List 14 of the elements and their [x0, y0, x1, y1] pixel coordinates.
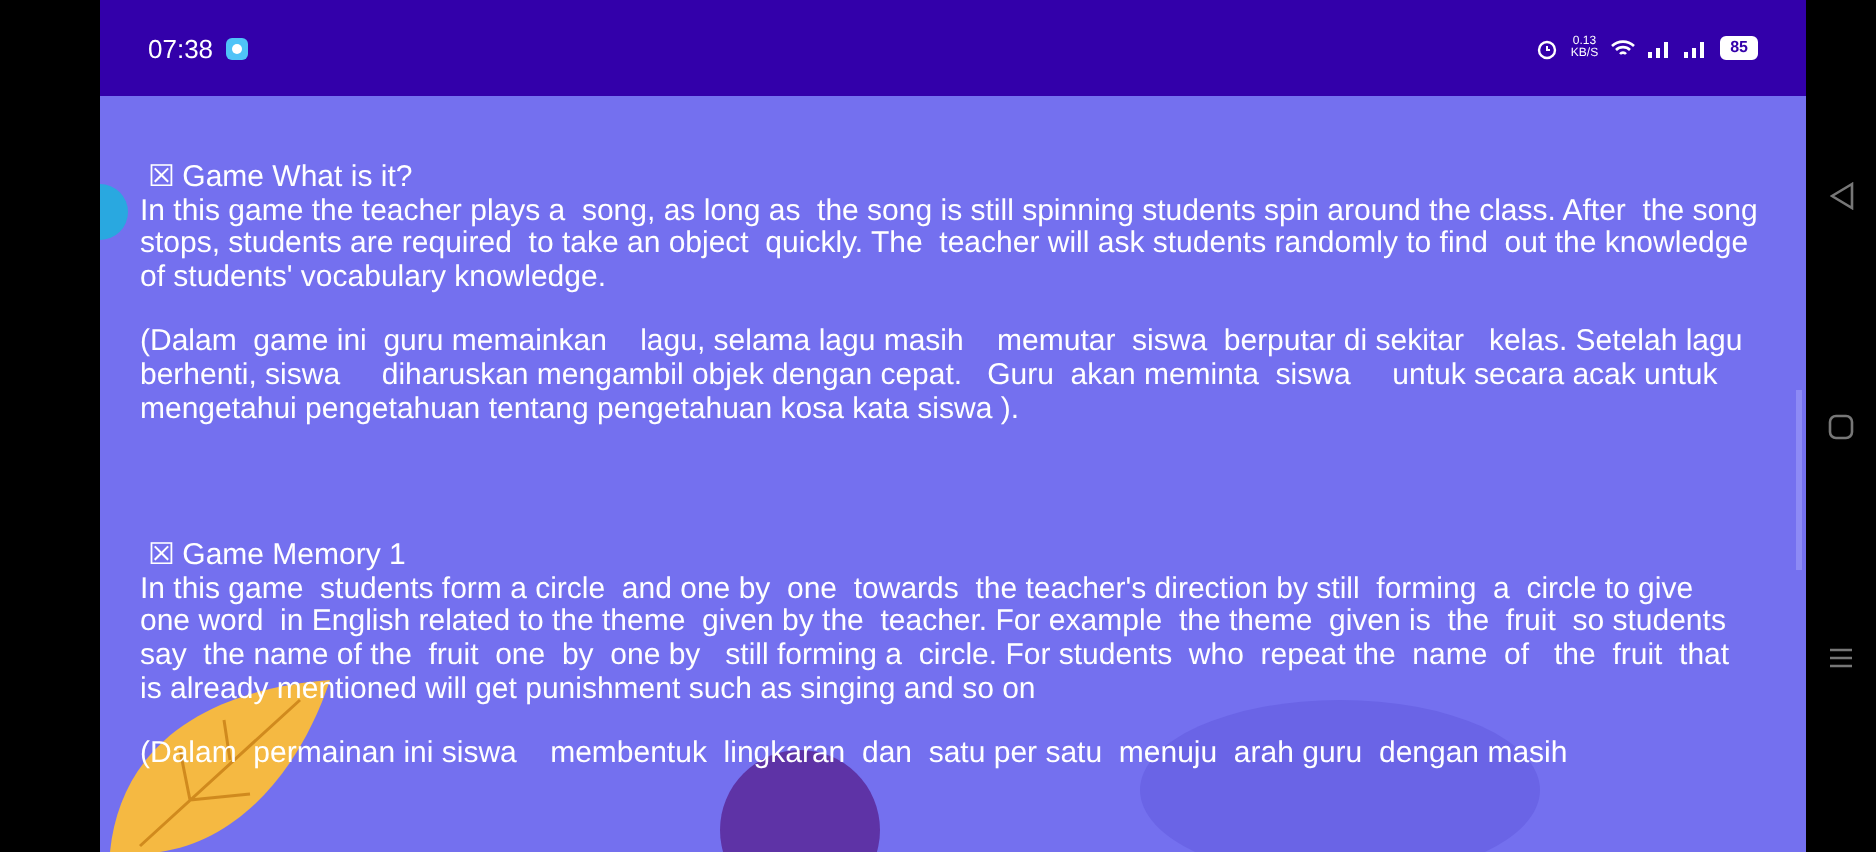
indonesian-paragraph: (Dalam game ini guru memainkan lagu, selama lagu masih memutar siswa berputar di sekitar kelas. Setelah lagu berhenti, siswa diharuskan mengambil objek dengan cepat. Guru akan meminta siswa untuk secara acak untuk mengetahui pengetahuan tentang pengetahuan kosa kata siswa ).: [140, 326, 1745, 427]
wifi-icon: [1610, 38, 1637, 58]
notification-icon: [225, 37, 248, 59]
alarm-icon: [1536, 37, 1559, 59]
section-heading: ☒ Game Memory 1: [146, 540, 408, 574]
section-heading: ☒ Game What is it?: [146, 162, 415, 196]
home-icon[interactable]: [1828, 414, 1854, 441]
battery-level: 85: [1720, 36, 1758, 60]
clock-time: 07:38: [148, 33, 214, 63]
signal-icon: [1648, 38, 1673, 58]
signal-icon: [1684, 38, 1709, 58]
menu-icon[interactable]: [1828, 645, 1854, 670]
english-paragraph: In this game the teacher plays a song, as long as the song is still spinning students spin around the class. After the song stops, students are required to take an object quickly. The teacher will ask students randomly to find out the knowledge of students' vocabulary knowledge.: [140, 195, 1758, 295]
back-icon[interactable]: [1829, 182, 1853, 211]
